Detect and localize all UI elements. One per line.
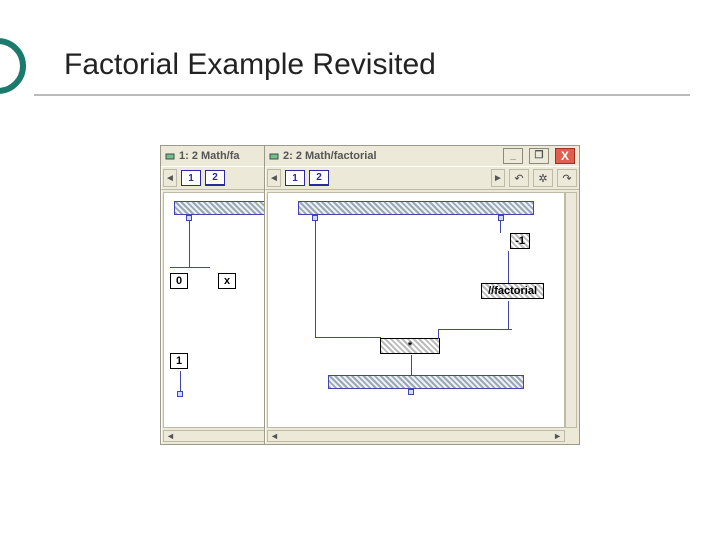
redo-button[interactable]: ↷ <box>557 169 577 187</box>
nav-prev-1[interactable]: ◄ <box>163 169 177 187</box>
titlebar-2[interactable]: 2: 2 Math/factorial _ ❐ X <box>265 146 579 166</box>
scrollbar-h-2[interactable]: ◄ ► <box>267 430 565 442</box>
node-minus1[interactable]: -1 <box>510 233 530 249</box>
outlet-bar-2[interactable] <box>328 375 524 389</box>
node-zero[interactable]: 0 <box>170 273 188 289</box>
tab-1-window1[interactable]: 1 <box>181 170 201 186</box>
wire <box>170 267 210 268</box>
port-outlet[interactable] <box>408 389 414 395</box>
node-factorial[interactable]: //factorial <box>481 283 544 299</box>
wire <box>315 221 316 337</box>
close-button[interactable]: X <box>555 148 575 164</box>
wire <box>500 221 501 233</box>
tab-1-window2[interactable]: 1 <box>285 170 305 186</box>
screenshot-stage: 1: 2 Math/fa ◄ 1 2 0 x 1 ◄ ► 2: <box>160 145 580 465</box>
undo-button[interactable]: ↶ <box>509 169 529 187</box>
wire <box>508 251 509 283</box>
wire <box>180 371 181 393</box>
wire <box>411 355 412 375</box>
node-mult2[interactable]: * <box>380 338 440 354</box>
wire <box>438 329 439 339</box>
inlet-bar-2[interactable] <box>298 201 534 215</box>
window-2: 2: 2 Math/factorial _ ❐ X ◄ 1 2 ► ↶ ✲ ↷ … <box>264 145 580 445</box>
grid-button[interactable]: ✲ <box>533 169 553 187</box>
wire <box>315 337 381 338</box>
node-one[interactable]: 1 <box>170 353 188 369</box>
maximize-button[interactable]: ❐ <box>529 148 549 164</box>
scroll-left-icon: ◄ <box>270 431 279 441</box>
window-title-1: 1: 2 Math/fa <box>179 150 240 162</box>
window-icon <box>165 151 175 161</box>
toolbar-2: ◄ 1 2 ► ↶ ✲ ↷ <box>265 166 579 190</box>
wire <box>438 329 512 330</box>
wire <box>189 221 190 267</box>
slide-title: Factorial Example Revisited <box>64 48 436 82</box>
node-mult[interactable]: x <box>218 273 236 289</box>
canvas-2[interactable]: -1 //factorial * <box>267 192 565 428</box>
scroll-right-icon: ► <box>553 431 562 441</box>
nav-next-2[interactable]: ► <box>491 169 505 187</box>
scrollbar-v-2[interactable] <box>565 192 577 428</box>
title-underline <box>34 94 690 96</box>
nav-prev-2[interactable]: ◄ <box>267 169 281 187</box>
minimize-button[interactable]: _ <box>503 148 523 164</box>
window-icon <box>269 151 279 161</box>
scroll-left-icon: ◄ <box>166 431 175 441</box>
tab-2-window1[interactable]: 2 <box>205 170 225 186</box>
window-title-2: 2: 2 Math/factorial <box>283 150 377 162</box>
wire <box>508 301 509 329</box>
port-inlet-right[interactable] <box>498 215 504 221</box>
port[interactable] <box>177 391 183 397</box>
slide-accent-circle <box>0 38 26 94</box>
tab-2-window2[interactable]: 2 <box>309 170 329 186</box>
